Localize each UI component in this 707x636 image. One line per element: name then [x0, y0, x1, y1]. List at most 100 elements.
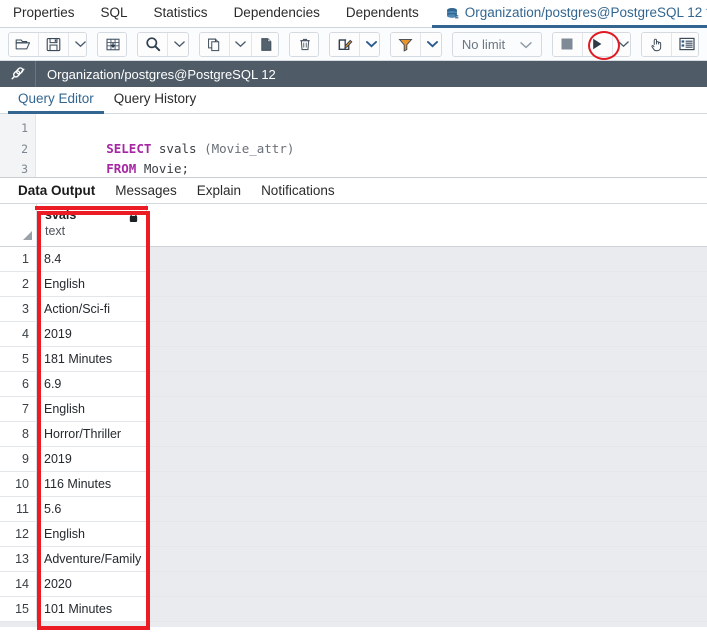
sql-editor[interactable]: 1 2 3 SELECT svals (Movie_attr) FROM Mov…: [0, 114, 707, 178]
table-cell-svals[interactable]: 2019: [37, 447, 147, 471]
tab-query-editor[interactable]: Query Editor: [8, 91, 104, 114]
copy-button[interactable]: [199, 32, 230, 56]
execute-query-button[interactable]: [582, 32, 613, 56]
table-cell-svals[interactable]: Horror/Thriller: [37, 422, 147, 446]
table-cell-svals[interactable]: 181 Minutes: [37, 347, 147, 371]
editor-line-number-gutter: 1 2 3: [0, 114, 36, 177]
paste-button[interactable]: [251, 32, 279, 56]
row-filler: [147, 372, 707, 396]
find-button[interactable]: [138, 32, 169, 56]
editor-code-area[interactable]: SELECT svals (Movie_attr) FROM Movie;: [36, 114, 707, 177]
grid-column-header-svals[interactable]: svals text: [37, 204, 147, 246]
tab-explain[interactable]: Explain: [187, 183, 251, 198]
tab-query-tool-connection[interactable]: Organization/postgres@PostgreSQL 12 *: [431, 0, 707, 28]
tab-properties[interactable]: Properties: [0, 0, 88, 28]
tab-query-history[interactable]: Query History: [104, 91, 207, 114]
grid-select-all-corner[interactable]: [0, 204, 37, 246]
row-filler: [147, 472, 707, 496]
line-number: 2: [21, 141, 28, 156]
table-row[interactable]: 1 8.4: [0, 247, 707, 272]
find-button-group: [137, 31, 189, 57]
funnel-icon: [398, 37, 413, 52]
table-cell-svals[interactable]: Adventure/Family: [37, 547, 147, 571]
chevron-down-icon: [618, 40, 629, 48]
paste-icon: [259, 37, 274, 52]
table-cell-svals[interactable]: 116 Minutes: [37, 472, 147, 496]
sql-text: svals: [151, 140, 205, 156]
row-limit-select[interactable]: No limit: [451, 31, 542, 57]
chevron-down-icon: [234, 40, 246, 48]
table-row[interactable]: 12 English: [0, 522, 707, 547]
panel-list-icon: [679, 37, 695, 51]
row-number: 8: [0, 422, 37, 446]
table-row[interactable]: 4 2019: [0, 322, 707, 347]
sql-keyword: SELECT: [106, 140, 152, 156]
table-cell-svals[interactable]: English: [37, 397, 147, 421]
result-panel-tabs: Data Output Messages Explain Notificatio…: [0, 178, 707, 204]
row-filler: [147, 322, 707, 346]
table-row[interactable]: 11 5.6: [0, 497, 707, 522]
table-cell-svals[interactable]: English: [37, 272, 147, 296]
table-row[interactable]: 7 English: [0, 397, 707, 422]
table-row[interactable]: 5 181 Minutes: [0, 347, 707, 372]
filter-button[interactable]: [391, 32, 422, 56]
connection-plug-icon: [0, 61, 36, 87]
chevron-down-icon: [365, 40, 377, 48]
edit-dropdown-button[interactable]: [360, 32, 380, 56]
delete-row-button[interactable]: [290, 32, 319, 56]
row-filler: [147, 397, 707, 421]
table-row[interactable]: 14 2020: [0, 572, 707, 597]
edit-grid-button-group: [97, 31, 128, 57]
table-cell-svals[interactable]: 5.6: [37, 497, 147, 521]
table-cell-svals[interactable]: 6.9: [37, 372, 147, 396]
tab-messages[interactable]: Messages: [105, 183, 187, 198]
table-cell-svals[interactable]: 2020: [37, 572, 147, 596]
tab-notifications[interactable]: Notifications: [251, 183, 345, 198]
table-row[interactable]: 9 2019: [0, 447, 707, 472]
open-file-button[interactable]: [9, 32, 39, 56]
connection-bar: Organization/postgres@PostgreSQL 12: [0, 61, 707, 87]
row-filler: [147, 522, 707, 546]
find-dropdown-button[interactable]: [168, 32, 188, 56]
row-number: 7: [0, 397, 37, 421]
table-row[interactable]: 8 Horror/Thriller: [0, 422, 707, 447]
tab-notifications-label: Notifications: [261, 183, 335, 198]
stop-query-button[interactable]: [552, 32, 583, 56]
row-number: 4: [0, 322, 37, 346]
table-row[interactable]: 3 Action/Sci-fi: [0, 297, 707, 322]
row-filler: [147, 547, 707, 571]
panel-toggle-button[interactable]: [672, 32, 699, 56]
edit-button[interactable]: [330, 32, 360, 56]
table-cell-svals[interactable]: 101 Minutes: [37, 597, 147, 621]
tab-statistics[interactable]: Statistics: [141, 0, 221, 28]
line-number: 3: [21, 162, 28, 176]
table-cell-svals[interactable]: Action/Sci-fi: [37, 297, 147, 321]
tab-dependents[interactable]: Dependents: [333, 0, 432, 28]
table-cell-svals[interactable]: 2019: [37, 322, 147, 346]
copy-button-group: [198, 31, 280, 57]
table-cell-svals[interactable]: English: [37, 522, 147, 546]
row-number: 11: [0, 497, 37, 521]
execute-dropdown-button[interactable]: [612, 32, 631, 56]
copy-dropdown-button[interactable]: [229, 32, 252, 56]
row-number: 6: [0, 372, 37, 396]
chevron-down-icon: [74, 40, 86, 48]
code-line: SELECT svals (Movie_attr): [46, 118, 707, 156]
table-row[interactable]: 10 116 Minutes: [0, 472, 707, 497]
edit-grid-button[interactable]: [98, 32, 127, 56]
table-row[interactable]: 2 English: [0, 272, 707, 297]
tab-dependencies[interactable]: Dependencies: [221, 0, 333, 28]
table-row[interactable]: 15 101 Minutes: [0, 597, 707, 622]
save-dropdown-button[interactable]: [69, 32, 87, 56]
play-triangle-icon: [590, 37, 604, 51]
row-filler: [147, 272, 707, 296]
row-filler: [147, 497, 707, 521]
tab-sql[interactable]: SQL: [88, 0, 141, 28]
table-cell-svals[interactable]: 8.4: [37, 247, 147, 271]
filter-dropdown-button[interactable]: [421, 32, 441, 56]
table-row[interactable]: 6 6.9: [0, 372, 707, 397]
clickable-mode-button[interactable]: [642, 32, 673, 56]
stop-square-icon: [560, 37, 574, 51]
table-row[interactable]: 13 Adventure/Family: [0, 547, 707, 572]
save-file-button[interactable]: [39, 32, 69, 56]
